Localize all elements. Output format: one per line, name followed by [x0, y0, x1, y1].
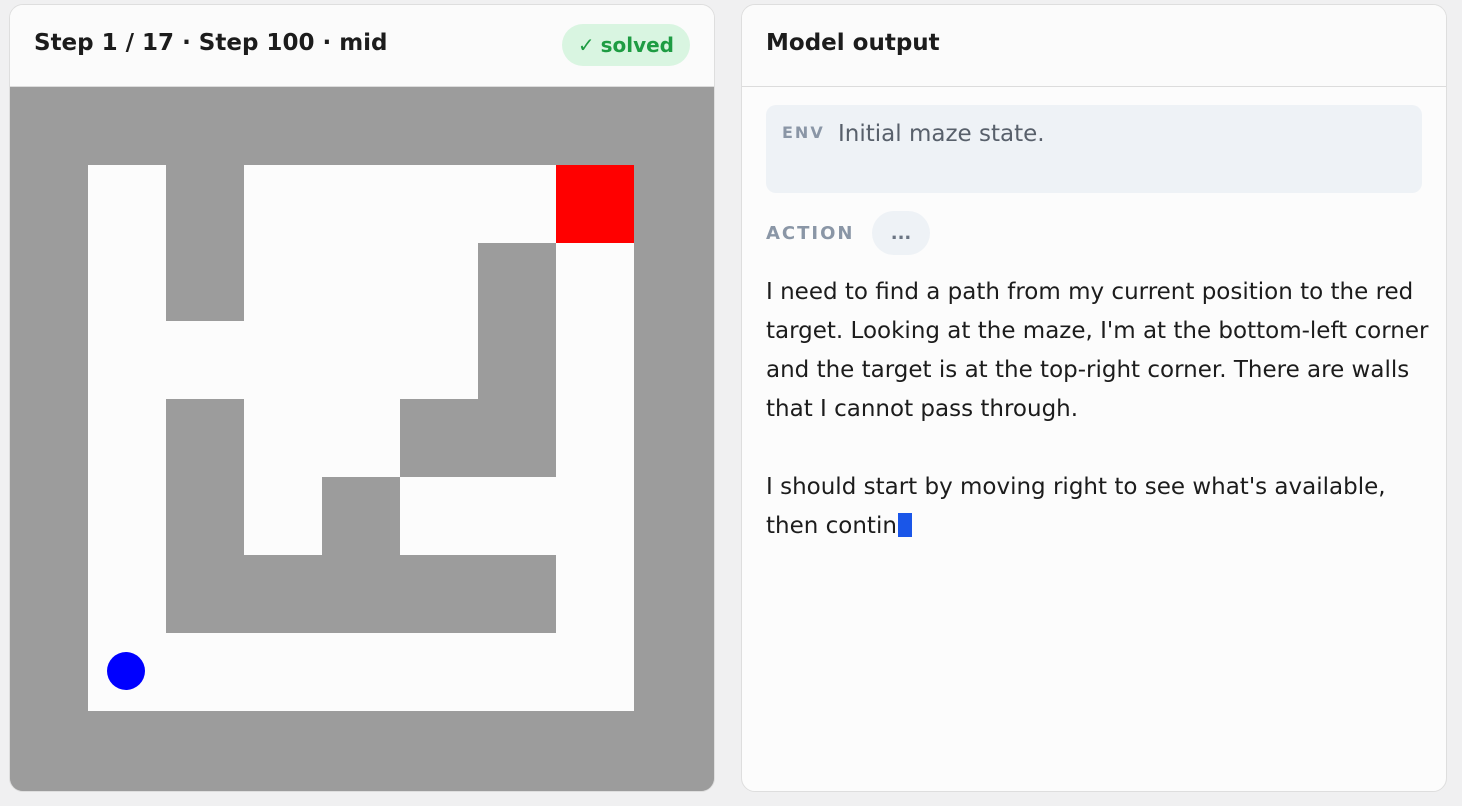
output-panel-header: Model output — [742, 5, 1446, 87]
maze-cell-open — [88, 321, 166, 399]
maze-cell-wall — [400, 555, 478, 633]
maze-cell-open — [322, 321, 400, 399]
model-output-panel: Model output ENV Initial maze state. ACT… — [741, 4, 1447, 792]
maze-cell-open — [88, 243, 166, 321]
check-icon: ✓ — [577, 33, 595, 57]
maze-panel-header: Step 1 / 17 · Step 100 · mid ✓ solved — [10, 5, 714, 87]
maze-cell-wall — [166, 399, 244, 477]
maze-cell-open — [244, 399, 322, 477]
maze-cell-open — [556, 633, 634, 711]
maze-cell-open — [322, 243, 400, 321]
maze-cell-open — [322, 633, 400, 711]
maze-cell-open — [400, 165, 478, 243]
maze-cell-open — [478, 477, 556, 555]
maze-cell-wall — [322, 555, 400, 633]
maze-cell-open — [244, 165, 322, 243]
maze-cell-wall — [478, 243, 556, 321]
status-badge-label: solved — [600, 33, 674, 57]
model-output-text: I need to find a path from my current po… — [766, 273, 1430, 546]
maze-cell-wall — [166, 555, 244, 633]
output-paragraph: I need to find a path from my current po… — [766, 279, 1429, 422]
env-message: ENV Initial maze state. — [766, 105, 1422, 193]
maze-panel: Step 1 / 17 · Step 100 · mid ✓ solved — [9, 4, 715, 792]
maze-cell-open — [478, 165, 556, 243]
maze-cell-open — [400, 243, 478, 321]
typing-cursor — [897, 513, 912, 537]
output-paragraph-streaming: I should start by moving right to see wh… — [766, 468, 1430, 546]
maze-cell-wall — [400, 399, 478, 477]
env-tag: ENV — [782, 123, 825, 142]
maze-cell-open — [88, 555, 166, 633]
maze-cell-open — [556, 243, 634, 321]
maze-cell-wall — [478, 399, 556, 477]
maze-cell-open — [244, 477, 322, 555]
maze-cell-open — [556, 321, 634, 399]
maze-cell-open — [400, 477, 478, 555]
output-paragraph-2: I should start by moving right to see wh… — [766, 474, 1386, 539]
output-title: Model output — [766, 30, 940, 56]
maze-cell-open — [478, 633, 556, 711]
action-label: ACTION — [766, 223, 855, 244]
maze-cell-open — [556, 555, 634, 633]
maze-cell-wall — [166, 477, 244, 555]
maze-cell-wall — [166, 243, 244, 321]
maze-cell-open — [556, 399, 634, 477]
maze-cell-open — [244, 243, 322, 321]
maze-cell-open — [88, 399, 166, 477]
maze-cell-goal — [556, 165, 634, 243]
maze-cell-wall — [166, 165, 244, 243]
maze-cell-open — [400, 321, 478, 399]
maze-cell-open — [88, 165, 166, 243]
maze-cell-wall — [478, 555, 556, 633]
maze-cell-open — [244, 321, 322, 399]
maze-cell-open — [400, 633, 478, 711]
maze-cell-open — [166, 321, 244, 399]
maze-cell-open — [88, 477, 166, 555]
maze-cell-open — [166, 633, 244, 711]
maze-cell-open — [556, 477, 634, 555]
maze-cell-open — [322, 399, 400, 477]
maze-cell-wall — [244, 555, 322, 633]
action-chip: ... — [872, 211, 930, 255]
maze-cell-open — [244, 633, 322, 711]
player-marker — [107, 652, 145, 690]
step-title: Step 1 / 17 · Step 100 · mid — [34, 30, 388, 56]
status-badge: ✓ solved — [561, 24, 690, 66]
env-text: Initial maze state. — [838, 121, 1045, 147]
maze-cell-wall — [478, 321, 556, 399]
maze-cell-wall — [322, 477, 400, 555]
maze-cell-open — [322, 165, 400, 243]
maze-board — [10, 87, 714, 791]
